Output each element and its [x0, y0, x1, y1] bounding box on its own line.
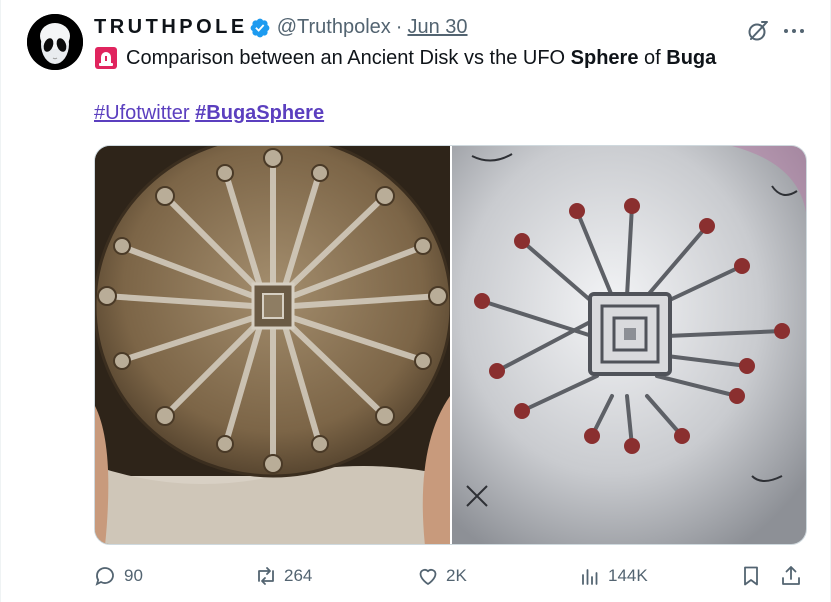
- repost-button[interactable]: 264: [254, 564, 312, 588]
- tweet-card[interactable]: TRUTHPOLE @Truthpolex · Jun 30 Compariso…: [0, 0, 831, 602]
- hashtag-bugasphere[interactable]: #BugaSphere: [195, 102, 324, 124]
- hashtags: #Ufotwitter #BugaSphere: [94, 102, 324, 125]
- user-handle[interactable]: @Truthpolex: [277, 16, 391, 39]
- tweet-text-prefix: Comparison between an Ancient Disk vs th…: [126, 46, 571, 69]
- buga-sphere-image: [451, 146, 806, 544]
- repost-count: 264: [284, 566, 313, 585]
- ancient-disk-image: [95, 146, 450, 544]
- hashtag-ufotwitter[interactable]: #Ufotwitter: [94, 102, 190, 124]
- share-button[interactable]: [779, 564, 803, 588]
- views-count: 144K: [608, 566, 648, 585]
- more-options-icon[interactable]: [781, 19, 807, 43]
- heart-icon: [419, 568, 437, 585]
- bookmark-button[interactable]: [739, 564, 763, 588]
- like-button[interactable]: 2K: [416, 564, 467, 588]
- like-count: 2K: [446, 566, 467, 585]
- tweet-header: TRUTHPOLE @Truthpolex · Jun 30: [94, 16, 468, 39]
- media-grid: [94, 145, 807, 545]
- buga-sphere-photo[interactable]: [451, 146, 806, 544]
- views-button[interactable]: 144K: [578, 564, 648, 588]
- repost-icon: [258, 567, 274, 585]
- tweet-text-bold-buga: Buga: [666, 46, 717, 69]
- share-icon: [782, 566, 800, 585]
- post-date-link[interactable]: Jun 30: [407, 16, 467, 39]
- verified-badge-icon: [250, 18, 270, 37]
- reply-button[interactable]: 90: [94, 564, 143, 588]
- action-bar: 90 264 2K 144K: [94, 564, 807, 592]
- ancient-disk-photo[interactable]: [95, 146, 450, 544]
- avatar[interactable]: [27, 14, 83, 70]
- tweet-text-bold-sphere: Sphere: [570, 46, 639, 69]
- reply-count: 90: [124, 566, 143, 585]
- tweet-text: Comparison between an Ancient Disk vs th…: [94, 46, 716, 70]
- display-name[interactable]: TRUTHPOLE: [94, 16, 248, 39]
- bookmark-icon: [744, 566, 758, 586]
- rotating-light-icon: [95, 47, 117, 69]
- grok-icon[interactable]: [746, 19, 770, 43]
- views-chart-icon: [582, 569, 598, 585]
- tweet-text-mid: of: [638, 46, 667, 69]
- reply-icon: [95, 567, 114, 586]
- separator-dot: ·: [395, 16, 403, 38]
- alien-head-icon: [27, 14, 83, 70]
